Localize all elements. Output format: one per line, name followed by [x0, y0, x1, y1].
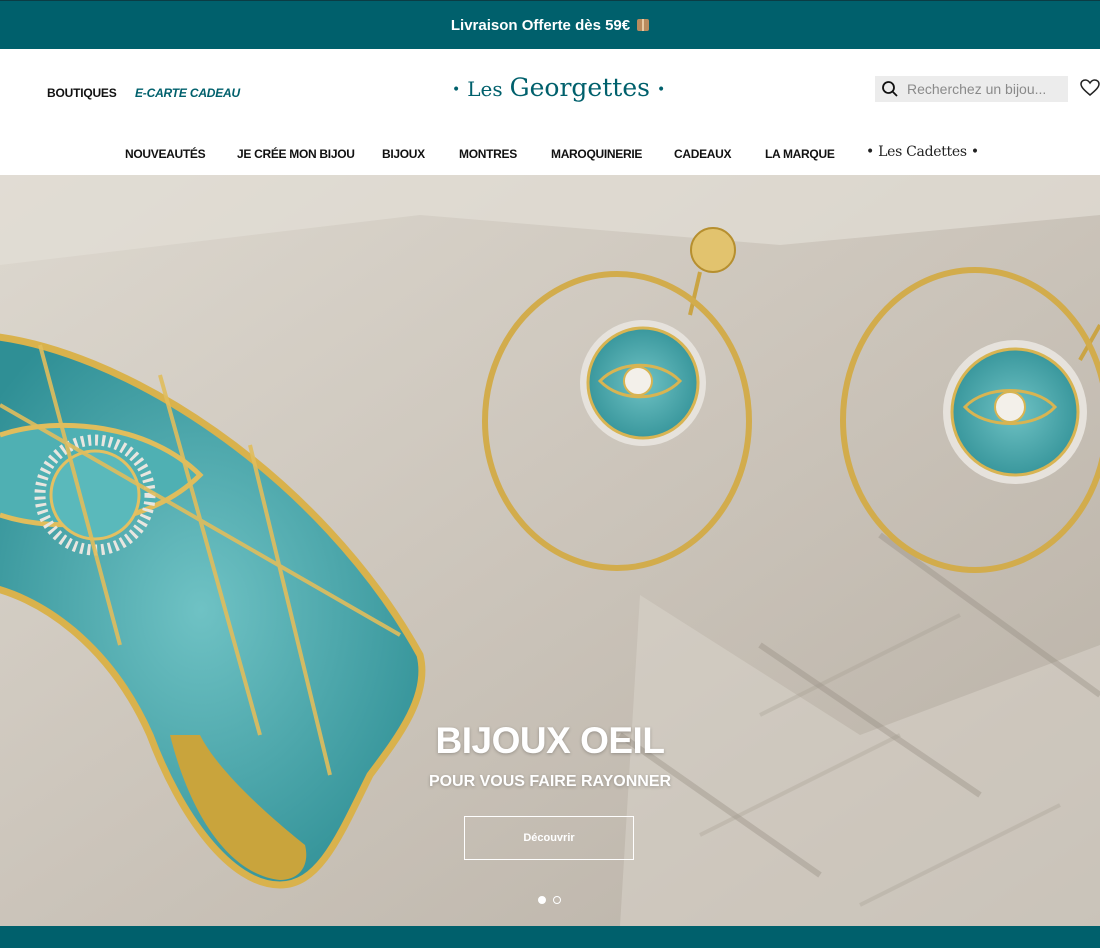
- heart-icon[interactable]: [1080, 79, 1100, 97]
- search-bar[interactable]: [875, 76, 1068, 102]
- discover-button[interactable]: Découvrir: [464, 816, 634, 860]
- hero-subtitle: POUR VOUS FAIRE RAYONNER: [428, 773, 672, 790]
- hero-banner[interactable]: BIJOUX OEIL POUR VOUS FAIRE RAYONNER Déc…: [0, 175, 1100, 926]
- header-link-boutiques[interactable]: BOUTIQUES: [47, 86, 117, 100]
- hero-image: [0, 175, 1100, 926]
- nav-item-nouveautes[interactable]: NOUVEAUTÉS: [125, 147, 206, 161]
- nav-item-cadeaux[interactable]: CADEAUX: [674, 147, 732, 161]
- promo-text: Livraison Offerte dès 59€: [450, 16, 631, 34]
- main-nav: NOUVEAUTÉS JE CRÉE MON BIJOU BIJOUX MONT…: [0, 144, 1100, 167]
- site-logo[interactable]: • Les Georgettes •: [452, 73, 665, 102]
- footer-bar: [0, 926, 1100, 948]
- site-header: BOUTIQUES E-CARTE CADEAU • Les Georgette…: [0, 49, 1100, 175]
- nav-item-la-marque[interactable]: LA MARQUE: [765, 147, 835, 161]
- nav-item-je-cree-mon-bijou[interactable]: JE CRÉE MON BIJOU: [237, 147, 355, 161]
- package-icon: [637, 19, 650, 31]
- nav-item-bijoux[interactable]: BIJOUX: [382, 147, 425, 161]
- search-icon: [882, 81, 898, 97]
- nav-item-les-cadettes[interactable]: • Les Cadettes •: [866, 144, 979, 160]
- carousel-dot-1[interactable]: [538, 896, 546, 904]
- promo-banner: Livraison Offerte dès 59€: [0, 0, 1100, 49]
- carousel-dots: [538, 891, 564, 909]
- hero-title: BIJOUX OEIL: [435, 720, 665, 761]
- nav-item-montres[interactable]: MONTRES: [459, 147, 517, 161]
- carousel-dot-2[interactable]: [553, 896, 562, 904]
- search-input[interactable]: [907, 81, 1057, 97]
- header-link-gift-card[interactable]: E-CARTE CADEAU: [135, 86, 240, 100]
- nav-item-maroquinerie[interactable]: MAROQUINERIE: [551, 147, 642, 161]
